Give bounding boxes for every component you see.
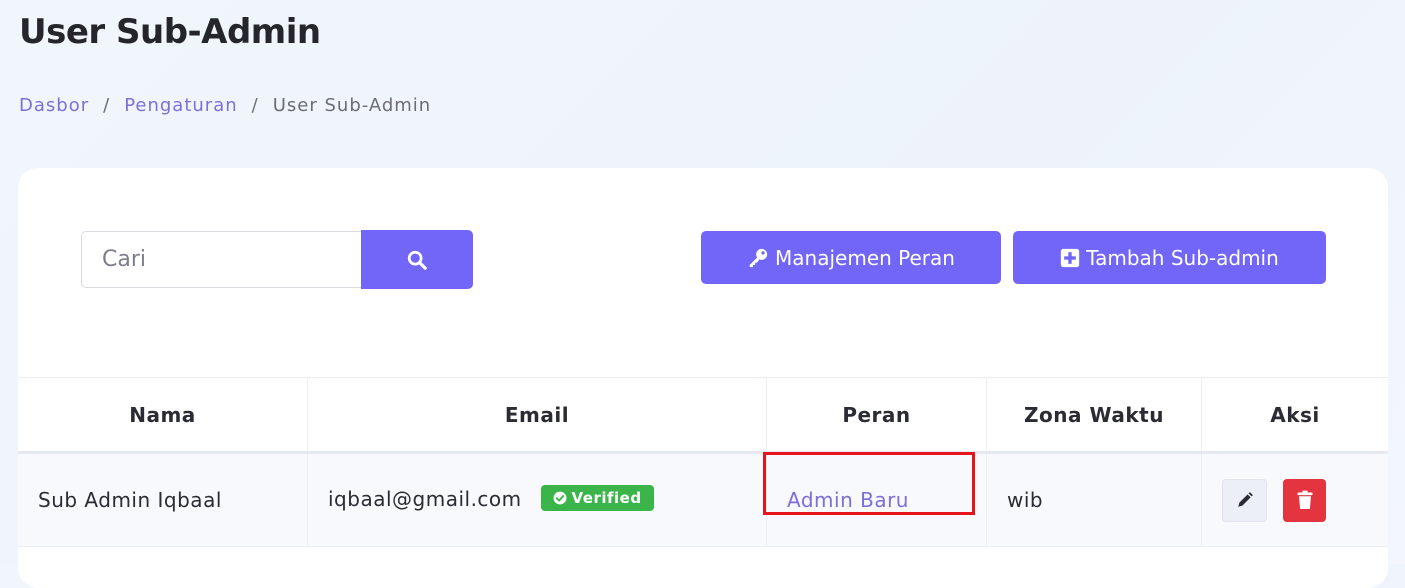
check-circle-icon <box>553 491 566 505</box>
cell-name: Sub Admin Iqbaal <box>18 452 308 547</box>
verified-badge: Verified <box>540 485 654 512</box>
key-icon <box>749 248 768 267</box>
table-row: Sub Admin Iqbaal iqbaal@gmail.com Verifi… <box>18 452 1388 547</box>
column-header-aksi: Aksi <box>1201 377 1388 454</box>
manage-roles-label: Manajemen Peran <box>775 245 955 270</box>
trash-icon <box>1297 490 1312 509</box>
cell-role: Admin Baru <box>763 452 987 547</box>
role-link[interactable]: Admin Baru <box>787 488 909 512</box>
breadcrumb: Dasbor / Pengaturan / User Sub-Admin <box>19 95 431 116</box>
edit-button[interactable] <box>1222 478 1267 522</box>
page-title: User Sub-Admin <box>19 12 321 52</box>
email-text: iqbaal@gmail.com <box>328 486 522 511</box>
column-header-nama: Nama <box>18 377 308 454</box>
cell-actions <box>1201 452 1388 547</box>
manage-roles-button[interactable]: Manajemen Peran <box>701 231 1001 284</box>
breadcrumb-separator: / <box>103 95 111 116</box>
content-card: Manajemen Peran Tambah Sub-admin Nama Em… <box>18 168 1388 588</box>
row-actions <box>1222 478 1368 522</box>
breadcrumb-separator: / <box>251 95 259 116</box>
column-header-peran: Peran <box>766 377 987 454</box>
add-sub-admin-button[interactable]: Tambah Sub-admin <box>1013 231 1326 284</box>
verified-label: Verified <box>571 489 642 508</box>
pencil-icon <box>1237 492 1253 507</box>
breadcrumb-pengaturan[interactable]: Pengaturan <box>124 95 237 116</box>
plus-square-icon <box>1061 248 1080 267</box>
users-table: Nama Email Peran Zona Waktu Aksi Sub Adm… <box>18 377 1388 547</box>
search-group <box>81 230 473 290</box>
search-icon <box>407 250 427 270</box>
search-input[interactable] <box>81 231 361 288</box>
delete-button[interactable] <box>1283 478 1326 522</box>
add-sub-admin-label: Tambah Sub-admin <box>1086 245 1279 270</box>
breadcrumb-current: User Sub-Admin <box>272 95 432 116</box>
cell-email: iqbaal@gmail.com Verified <box>307 452 767 547</box>
cell-timezone: wib <box>986 452 1202 547</box>
breadcrumb-dasbor[interactable]: Dasbor <box>19 95 89 116</box>
table-header-row: Nama Email Peran Zona Waktu Aksi <box>18 377 1388 454</box>
column-header-zona-waktu: Zona Waktu <box>986 377 1202 454</box>
column-header-email: Email <box>307 377 767 454</box>
search-button[interactable] <box>361 230 473 289</box>
